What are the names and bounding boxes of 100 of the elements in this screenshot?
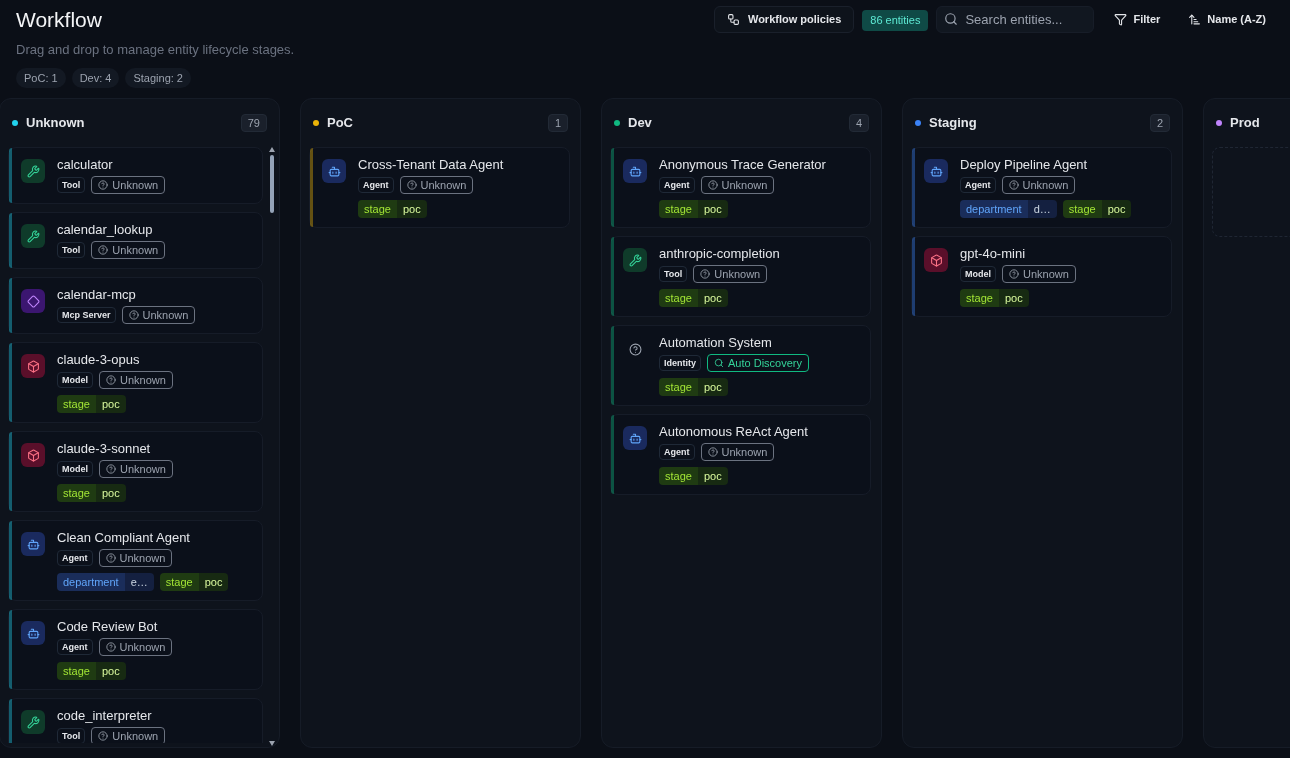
- question-icon: [105, 553, 116, 563]
- type-label: Agent: [57, 639, 93, 655]
- entity-name: Autonomous ReAct Agent: [659, 424, 808, 440]
- type-label: Identity: [659, 355, 701, 371]
- entity-name: Code Review Bot: [57, 619, 159, 635]
- entity-card[interactable]: gpt-4o-mini Model Unknown stage poc: [911, 236, 1172, 317]
- entity-card[interactable]: Cross-Tenant Data Agent Agent Unknown stage poc: [309, 147, 570, 228]
- entity-name: Anonymous Trace Generator: [659, 157, 826, 173]
- status-badge: Unknown: [700, 176, 775, 194]
- status-badge: Unknown: [91, 241, 166, 259]
- wrench-icon: [21, 159, 45, 183]
- entity-card[interactable]: Autonomous ReAct Agent Agent Unknown stage poc: [610, 414, 871, 495]
- entity-card[interactable]: Anonymous Trace Generator Agent Unknown stage poc: [610, 147, 871, 228]
- entity-name: code_interpreter: [57, 708, 153, 724]
- entity-card[interactable]: calendar_lookup Tool Unknown: [8, 212, 263, 269]
- robot-icon: [623, 159, 647, 183]
- count-badge: 4: [848, 113, 869, 133]
- question-icon: [707, 447, 718, 457]
- stage-count-chip: PoC: 1: [16, 67, 66, 88]
- entity-name: claude-3-sonnet: [57, 441, 152, 457]
- entity-name: Automation System: [659, 335, 773, 351]
- robot-icon: [21, 621, 45, 645]
- type-label: Agent: [659, 444, 695, 460]
- search-field[interactable]: Search entities...: [936, 6, 1095, 33]
- question-icon: [128, 310, 139, 320]
- entity-card[interactable]: Automation System Identity Auto Discovery stage poc: [610, 325, 871, 406]
- robot-icon: [924, 159, 948, 183]
- status-badge: Unknown: [693, 265, 768, 283]
- wrench-icon: [623, 248, 647, 272]
- wrench-icon: [21, 710, 45, 734]
- entity-name: calculator: [57, 157, 114, 173]
- scrollbar[interactable]: [269, 147, 275, 747]
- status-badge: Unknown: [700, 443, 775, 461]
- question-icon: [106, 464, 116, 474]
- status-badge: Unknown: [91, 727, 166, 743]
- entity-card[interactable]: code_interpreter Tool Unknown: [8, 698, 263, 743]
- accent-bar: [9, 148, 12, 203]
- question-icon: [1009, 269, 1019, 279]
- type-label: Agent: [358, 177, 394, 193]
- accent-bar: [9, 699, 12, 743]
- type-label: Tool: [659, 266, 688, 282]
- cube-icon: [924, 248, 948, 272]
- workflow-icon: [726, 13, 740, 26]
- type-label: Tool: [57, 728, 86, 743]
- status-badge: Unknown: [98, 638, 173, 656]
- search-icon: [944, 12, 959, 26]
- entity-name: calendar-mcp: [57, 287, 137, 303]
- cube-icon: [21, 443, 45, 467]
- robot-icon: [322, 159, 346, 183]
- entity-name: Cross-Tenant Data Agent: [358, 157, 504, 173]
- entity-name: calendar_lookup: [57, 222, 154, 238]
- cube-icon: [21, 354, 45, 378]
- question-icon: [98, 245, 109, 255]
- robot-icon: [623, 426, 647, 450]
- column-title: Unknown: [26, 114, 85, 133]
- entity-card[interactable]: Clean Compliant Agent Agent Unknown department e… stage poc: [8, 520, 263, 601]
- entity-name: claude-3-opus: [57, 352, 141, 368]
- question-icon: [406, 180, 417, 190]
- sort-icon: [1188, 13, 1202, 26]
- question-icon: [1008, 180, 1019, 190]
- entity-card[interactable]: calendar-mcp Mcp Server Unknown: [8, 277, 263, 334]
- entity-name: Clean Compliant Agent: [57, 530, 191, 546]
- entity-name: gpt-4o-mini: [960, 246, 1027, 262]
- entity-card[interactable]: claude-3-opus Model Unknown stage poc: [8, 342, 263, 423]
- type-label: Model: [960, 266, 996, 282]
- question-icon: [98, 180, 109, 190]
- accent-bar: [9, 278, 12, 333]
- column-title: Prod: [1230, 114, 1260, 133]
- question-icon: [106, 375, 116, 385]
- type-label: Agent: [659, 177, 695, 193]
- robot-icon: [21, 532, 45, 556]
- entity-card[interactable]: Code Review Bot Agent Unknown stage poc: [8, 609, 263, 690]
- type-label: Tool: [57, 242, 86, 258]
- entity-card[interactable]: calculator Tool Unknown: [8, 147, 263, 204]
- accent-bar: [9, 213, 12, 268]
- status-badge: Unknown: [99, 371, 173, 389]
- stage-count-chip: Staging: 2: [125, 67, 191, 88]
- workflow-policies-button[interactable]: Workflow policies: [713, 6, 855, 33]
- column-title: Staging: [929, 114, 977, 133]
- type-label: Tool: [57, 177, 86, 193]
- entity-card[interactable]: anthropic-completion Tool Unknown stage poc: [610, 236, 871, 317]
- status-badge: Unknown: [91, 176, 166, 194]
- status-badge: Unknown: [1001, 176, 1076, 194]
- status-badge: Unknown: [121, 306, 196, 324]
- status-badge: Unknown: [399, 176, 474, 194]
- question-icon: [98, 731, 109, 741]
- wrench-icon: [21, 224, 45, 248]
- status-badge: Unknown: [1002, 265, 1076, 283]
- filter-button[interactable]: Filter: [1102, 6, 1173, 33]
- type-label: Model: [57, 372, 93, 388]
- question-icon: [700, 269, 711, 279]
- type-label: Mcp Server: [57, 307, 116, 323]
- question-icon: [707, 180, 718, 190]
- status-badge: Unknown: [99, 460, 173, 478]
- sort-button[interactable]: Name (A-Z): [1180, 6, 1274, 33]
- count-badge: 79: [240, 113, 267, 133]
- entity-card[interactable]: Deploy Pipeline Agent Agent Unknown department d… stage poc: [911, 147, 1172, 228]
- entity-card[interactable]: claude-3-sonnet Model Unknown stage poc: [8, 431, 263, 512]
- question-icon: [105, 642, 116, 652]
- stage-count-chip: Dev: 4: [71, 67, 120, 88]
